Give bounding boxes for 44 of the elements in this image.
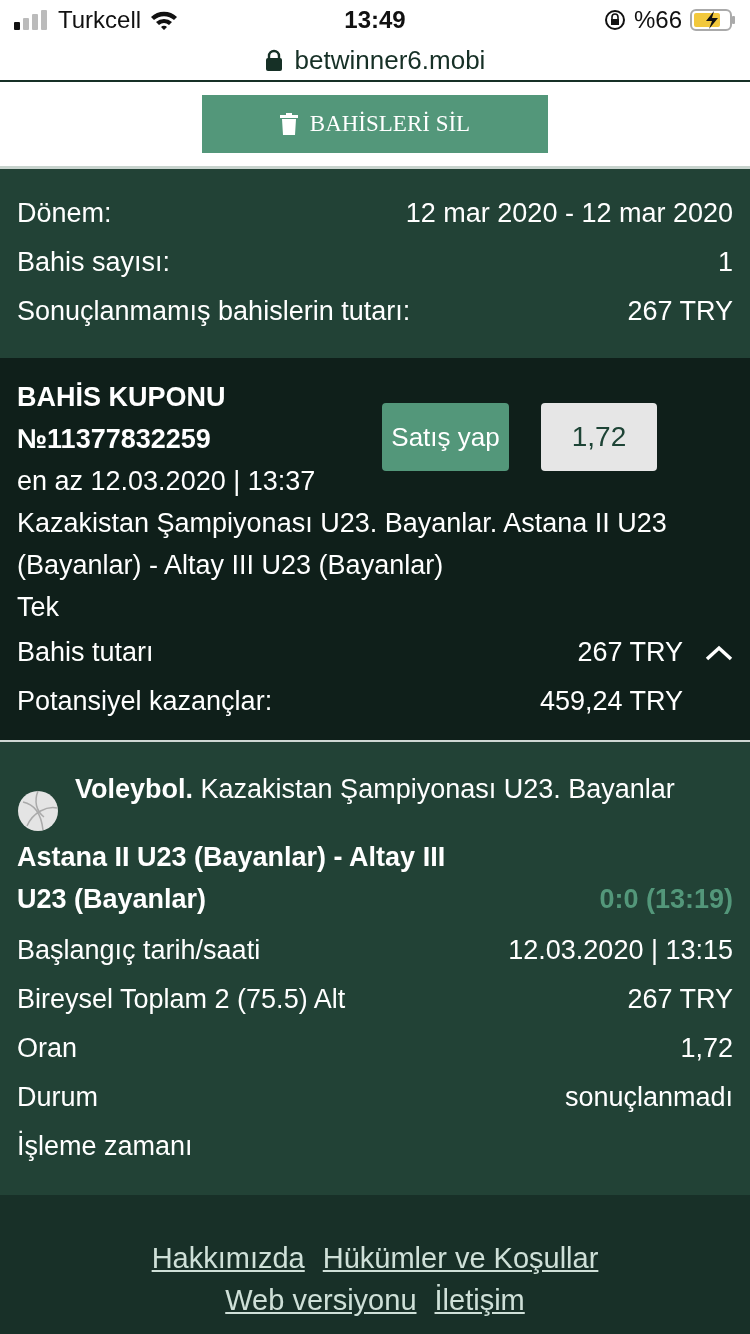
summary-value: 12 mar 2020 - 12 mar 2020: [405, 198, 733, 229]
detail-label: İşleme zamanı: [17, 1131, 193, 1162]
rotation-lock-icon: [603, 9, 626, 31]
coupon-title: BAHİS KUPONU: [17, 381, 227, 414]
summary-value: 267 TRY: [627, 296, 733, 327]
coupon-description: Kazakistan Şampiyonası U23. Bayanlar. Astana II U23 (Bayanlar) - Altay III U23 (Bayanlar): [17, 507, 667, 582]
carrier-name: Turkcell: [58, 6, 142, 34]
footer-link[interactable]: Hakkımızda: [151, 1237, 305, 1279]
match-title: Astana II U23 (Bayanlar) - Altay III U23 (Bayanlar): [17, 841, 447, 916]
coupon-value: 459,24 TRY: [538, 686, 683, 717]
detail-label: Durum: [17, 1082, 98, 1113]
coupon-label: Bahis tutarı: [17, 637, 155, 668]
detail-value: 12.03.2020 | 13:15: [508, 935, 733, 966]
trash-icon: [279, 113, 298, 135]
footer-link[interactable]: İletişim: [434, 1279, 525, 1321]
footer-link[interactable]: Web versiyonu: [225, 1279, 417, 1321]
battery-icon: [690, 9, 736, 31]
detail-value: 267 TRY: [627, 984, 733, 1015]
detail-label: Oran: [17, 1033, 78, 1064]
wifi-icon: [149, 9, 180, 31]
clock-time: 13:49: [344, 6, 406, 34]
odds-button[interactable]: 1,72: [541, 403, 657, 471]
coupon-date: en az 12.03.2020 | 13:37: [17, 465, 317, 498]
coupon-label: Potansiyel kazançlar:: [17, 686, 274, 717]
volleyball-icon: [17, 790, 59, 832]
signal-icon: [14, 10, 50, 30]
summary-label: Bahis sayısı:: [17, 247, 171, 278]
lock-icon: [264, 49, 283, 71]
coupon-value: 267 TRY: [576, 637, 683, 668]
summary-label: Dönem:: [17, 198, 112, 229]
chevron-up-icon[interactable]: [705, 644, 733, 661]
live-score: 0:0 (13:19): [599, 883, 733, 916]
detail-label: Bireysel Toplam 2 (75.5) Alt: [17, 984, 346, 1015]
url-text[interactable]: betwinner6.mobi: [294, 44, 486, 76]
summary-value: 1: [717, 247, 733, 278]
detail-value: 1,72: [680, 1033, 733, 1064]
detail-value: sonuçlanmadı: [564, 1082, 733, 1113]
summary-label: Sonuçlanmamış bahislerin tutarı:: [17, 296, 411, 327]
league-text: Voleybol. Kazakistan Şampiyonası U23. Bayanlar: [75, 773, 675, 806]
footer-link[interactable]: Hükümler ve Koşullar: [322, 1237, 599, 1279]
coupon-number: №11377832259: [17, 423, 212, 456]
battery-percent: %66: [633, 6, 682, 34]
bet-type: Tek: [17, 591, 61, 624]
detail-label: Başlangıç tarih/saati: [17, 935, 261, 966]
